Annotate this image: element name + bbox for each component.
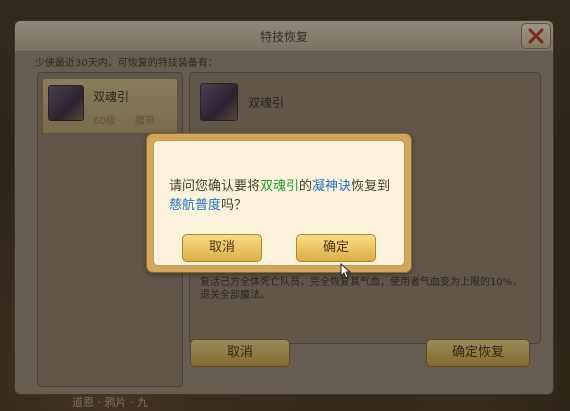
- message-part: 吗？: [221, 198, 248, 213]
- mouse-pointer-icon: [340, 263, 352, 279]
- message-part: 请问您确认要将: [169, 179, 261, 194]
- dialog-message: 请问您确认要将双魂引的凝神诀恢复到慈航普度吗？: [169, 177, 395, 215]
- dialog-confirm-button[interactable]: 确定: [296, 234, 376, 262]
- current-skill-highlight: 凝神诀: [312, 179, 352, 194]
- message-part: 的: [299, 179, 313, 194]
- confirm-dialog: 请问您确认要将双魂引的凝神诀恢复到慈航普度吗？ 取消 确定: [146, 133, 412, 273]
- restore-skill-highlight: 慈航普度: [169, 198, 222, 213]
- dialog-body: 请问您确认要将双魂引的凝神诀恢复到慈航普度吗？ 取消 确定: [153, 140, 405, 266]
- dialog-cancel-button[interactable]: 取消: [182, 234, 262, 262]
- equipment-name-highlight: 双魂引: [260, 179, 300, 194]
- message-part: 恢复到: [351, 179, 391, 194]
